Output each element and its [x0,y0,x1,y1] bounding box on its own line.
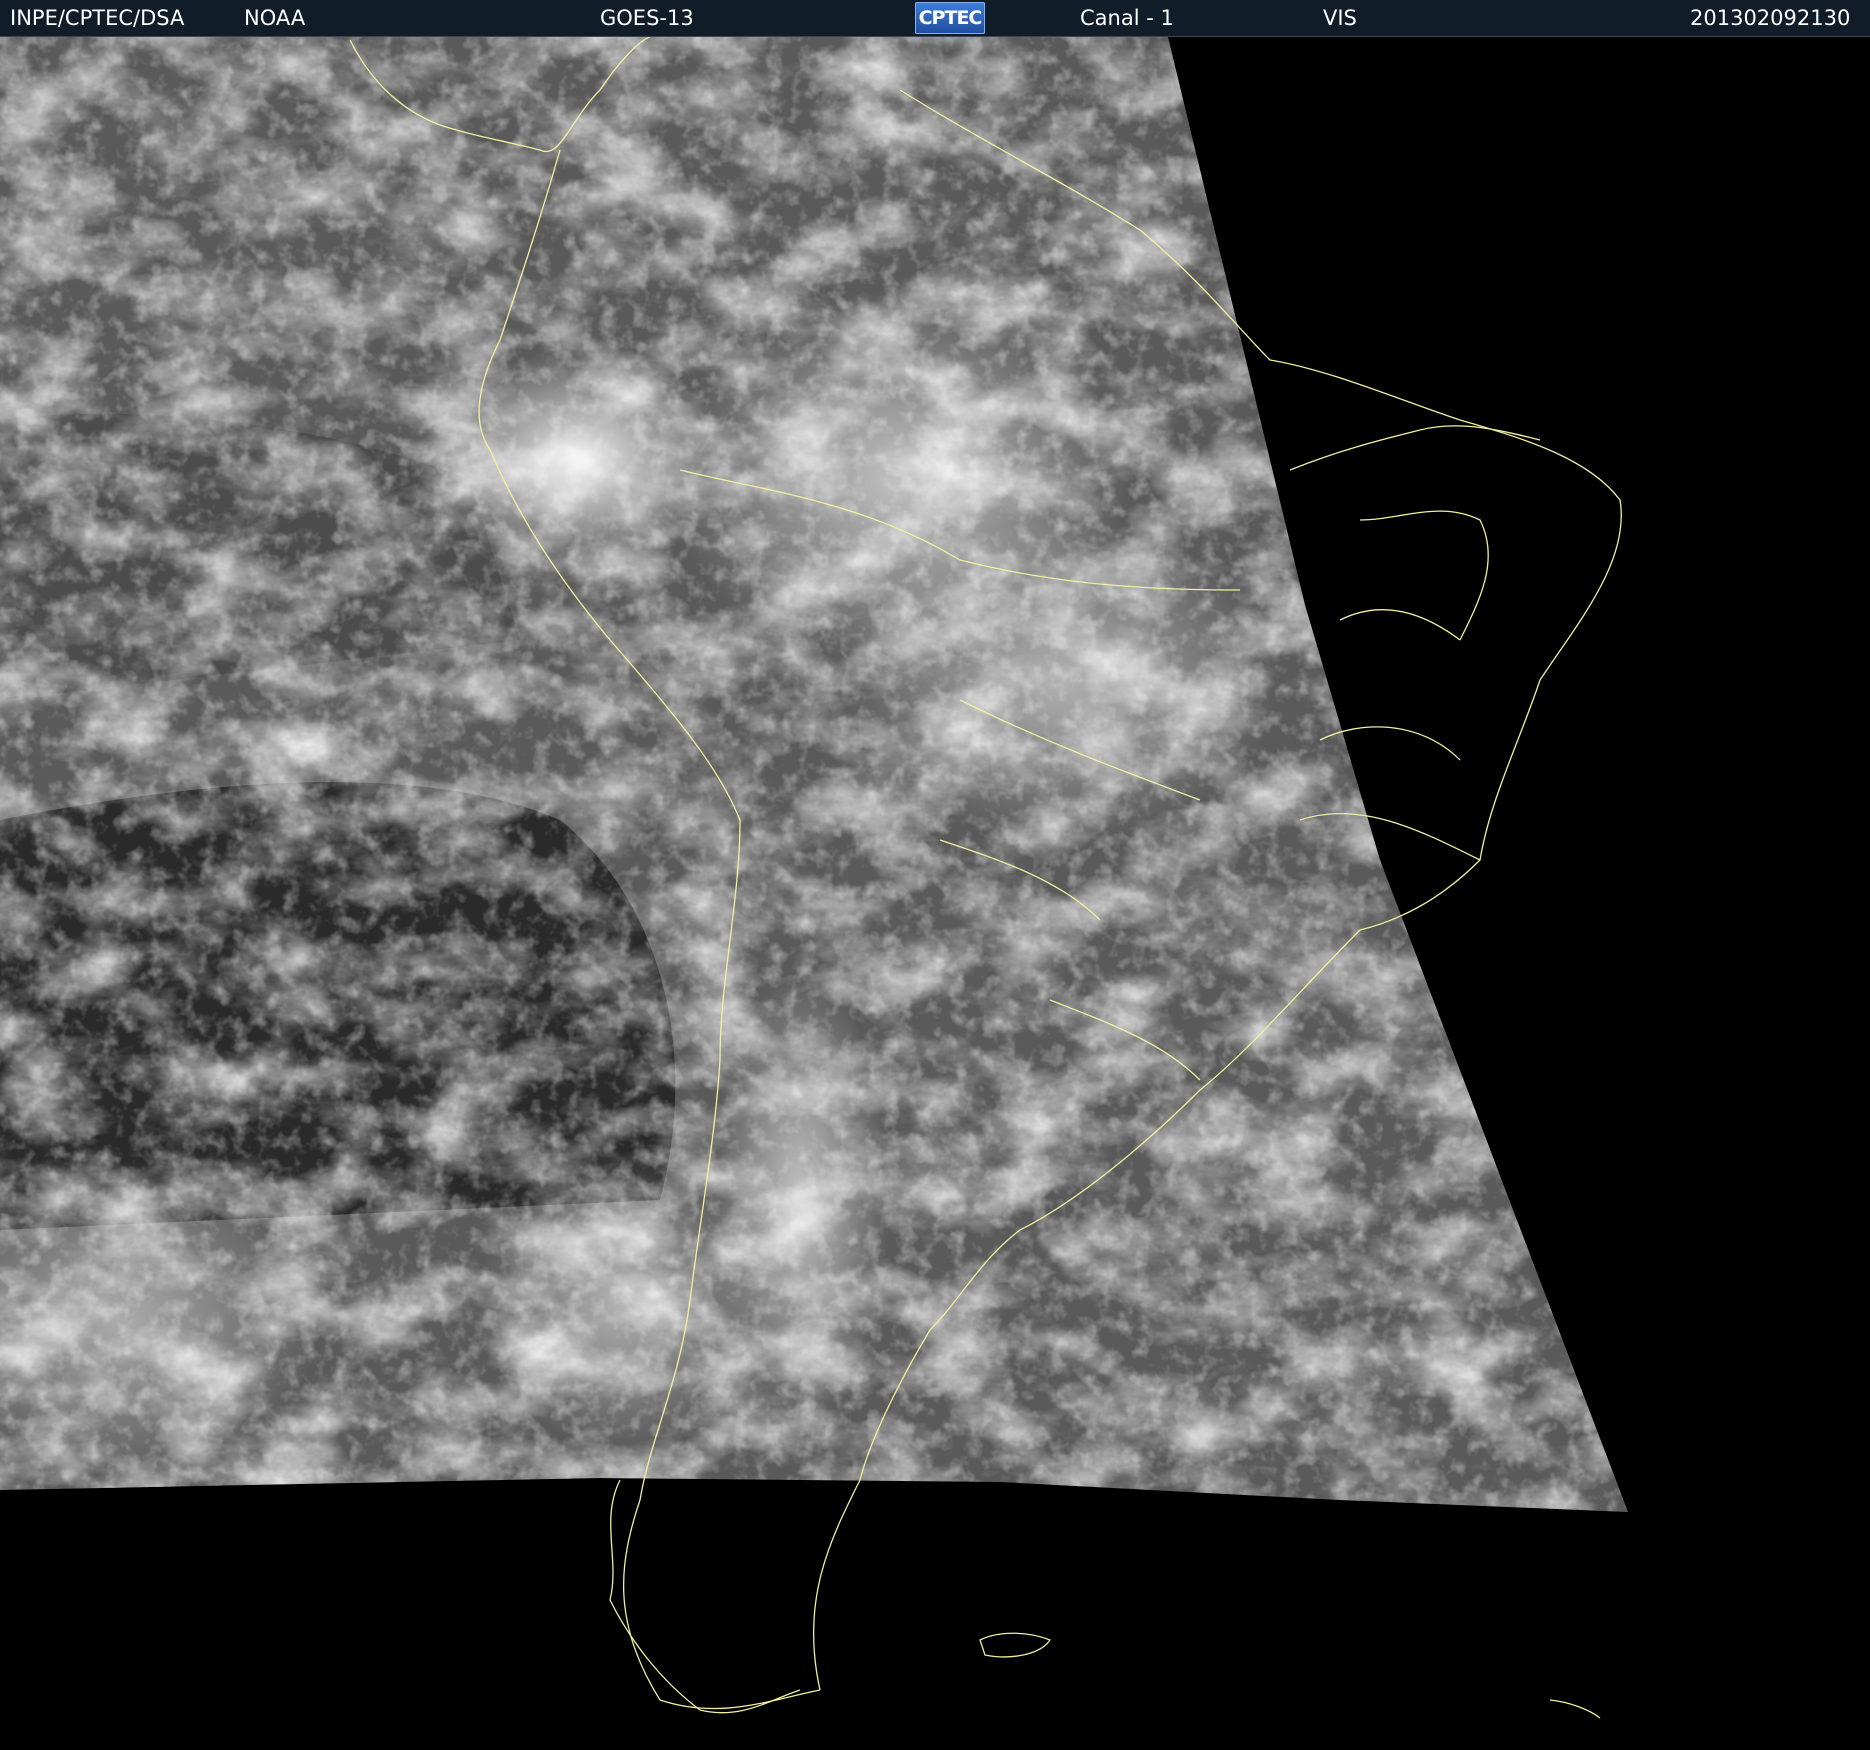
cptec-logo: CPTEC [915,2,985,34]
timestamp-label: 201302092130 [1690,6,1851,30]
southwest-cyclone [480,1150,760,1450]
satellite-image [0,37,1870,1750]
channel-label: Canal - 1 [1080,6,1174,30]
band-label: VIS [1323,6,1357,30]
source-label: NOAA [244,6,306,30]
header-bar: INPE/CPTEC/DSA NOAA GOES-13 CPTEC Canal … [0,0,1870,37]
central-convection [840,520,1280,840]
logo-text: CPTEC [918,7,983,29]
satellite-label: GOES-13 [600,6,694,30]
agency-label: INPE/CPTEC/DSA [10,6,185,30]
